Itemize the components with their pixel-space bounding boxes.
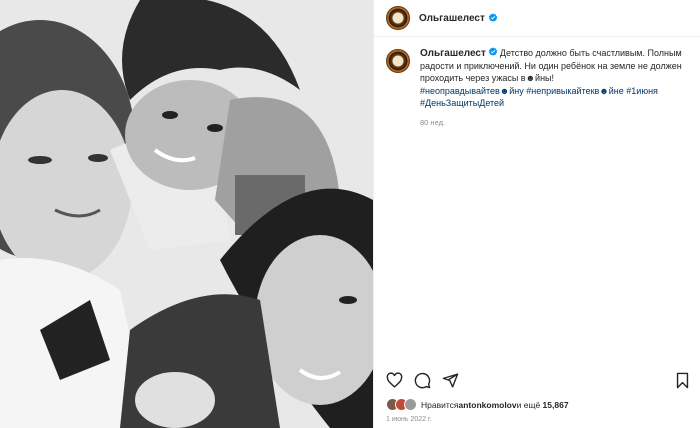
photo-illustration: [0, 0, 373, 428]
caption-avatar[interactable]: [386, 49, 410, 73]
likes-count[interactable]: 15,867: [543, 400, 569, 410]
post-age: 80 нед.: [420, 118, 446, 128]
likes-prefix: Нравится: [421, 399, 459, 410]
comment-icon[interactable]: [414, 372, 431, 389]
post-photo[interactable]: [0, 0, 373, 428]
avatar[interactable]: [386, 6, 410, 30]
verified-badge-icon: [488, 47, 497, 56]
verified-badge-icon: [488, 13, 497, 22]
action-bar: [386, 370, 691, 390]
heart-icon[interactable]: [386, 371, 403, 389]
hashtags[interactable]: #неоправдывайтев☻йну #непривыкайтекв☻йне…: [420, 85, 690, 109]
liker-avatars: [386, 398, 417, 411]
header-username[interactable]: Ольгашелест: [419, 13, 485, 24]
likes-user[interactable]: antonkomolov: [459, 400, 517, 410]
likes-row: Нравится antonkomolov и ещё 15,867: [386, 398, 569, 411]
post-panel: Ольгашелест Ольгашелест Детство должно б…: [373, 0, 700, 428]
avatar[interactable]: [404, 398, 417, 411]
bookmark-icon[interactable]: [674, 372, 691, 389]
caption-username[interactable]: Ольгашелест: [420, 48, 486, 59]
post-date: 1 июнь 2022 г.: [386, 416, 432, 423]
likes-middle: и ещё: [516, 399, 541, 410]
share-icon[interactable]: [442, 372, 459, 389]
caption: Ольгашелест Детство должно быть счастлив…: [386, 47, 691, 129]
caption-body: Ольгашелест Детство должно быть счастлив…: [420, 47, 690, 129]
post-header: Ольгашелест: [374, 0, 700, 37]
